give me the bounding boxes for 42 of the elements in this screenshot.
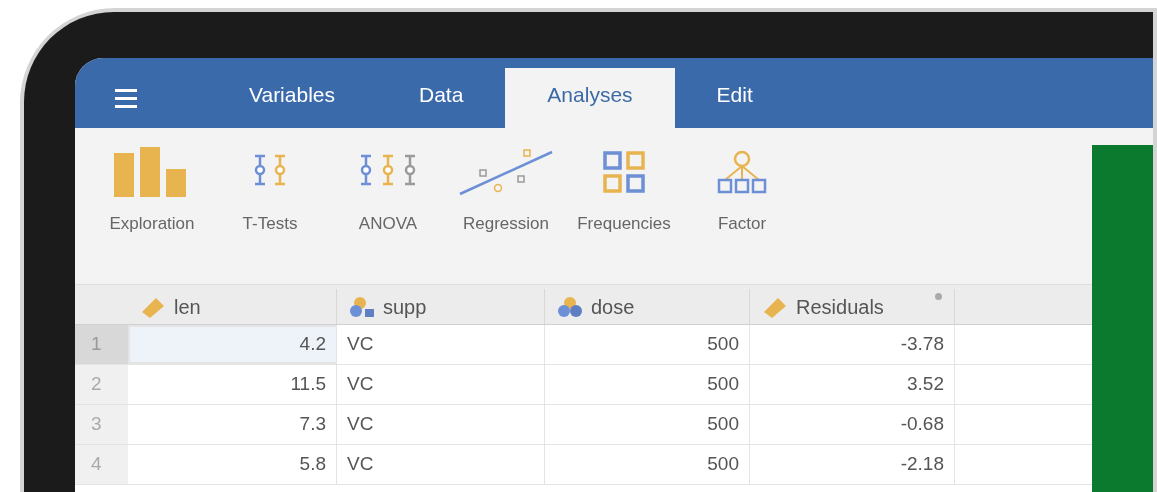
toolbar-button[interactable]: ANOVA <box>331 144 445 244</box>
column-header[interactable]: Residuals <box>750 289 955 324</box>
scatter-line-icon <box>458 148 554 196</box>
toolbar-button[interactable]: Frequencies <box>567 144 681 244</box>
table-cell: 500 <box>545 405 750 444</box>
table-cell: VC <box>337 325 545 364</box>
table-cell: 4.2 <box>128 325 337 364</box>
ruler-icon <box>762 295 788 318</box>
table-cell: 11.5 <box>128 365 337 404</box>
toolbar-button[interactable]: Exploration <box>95 144 209 244</box>
column-name: supp <box>383 294 427 320</box>
tab[interactable]: Data <box>377 68 506 128</box>
ruler-icon <box>140 295 166 318</box>
table-cell: 500 <box>545 325 750 364</box>
table-cell: -2.18 <box>750 445 955 484</box>
tab[interactable]: Variables <box>207 68 377 128</box>
table-cell: -3.78 <box>750 325 955 364</box>
toolbar-button[interactable]: T-Tests <box>213 144 327 244</box>
table-cell: 3.52 <box>750 365 955 404</box>
table-cell: VC <box>337 405 545 444</box>
grid-squares-icon <box>602 150 646 194</box>
toolbar-button[interactable]: Factor <box>685 144 799 244</box>
circles-icon <box>349 295 375 318</box>
column-header[interactable]: dose <box>545 289 750 324</box>
column-name: len <box>174 294 201 320</box>
table-cell: 500 <box>545 445 750 484</box>
menu-icon[interactable] <box>115 89 137 108</box>
column-name: dose <box>591 294 635 320</box>
column-header[interactable]: supp <box>337 289 545 324</box>
circles-icon <box>557 295 583 318</box>
hierarchy-icon <box>717 150 767 194</box>
table-cell: VC <box>337 445 545 484</box>
column-header[interactable]: len <box>128 289 337 324</box>
table-cell: 500 <box>545 365 750 404</box>
table-cell: 5.8 <box>128 445 337 484</box>
tab[interactable]: Analyses <box>505 68 675 128</box>
column-name: Residuals <box>796 294 884 320</box>
tab[interactable]: Edit <box>674 68 795 128</box>
table-cell: -0.68 <box>750 405 955 444</box>
toolbar-button[interactable]: Regression <box>449 144 563 244</box>
table-cell: VC <box>337 365 545 404</box>
table-cell: 7.3 <box>128 405 337 444</box>
